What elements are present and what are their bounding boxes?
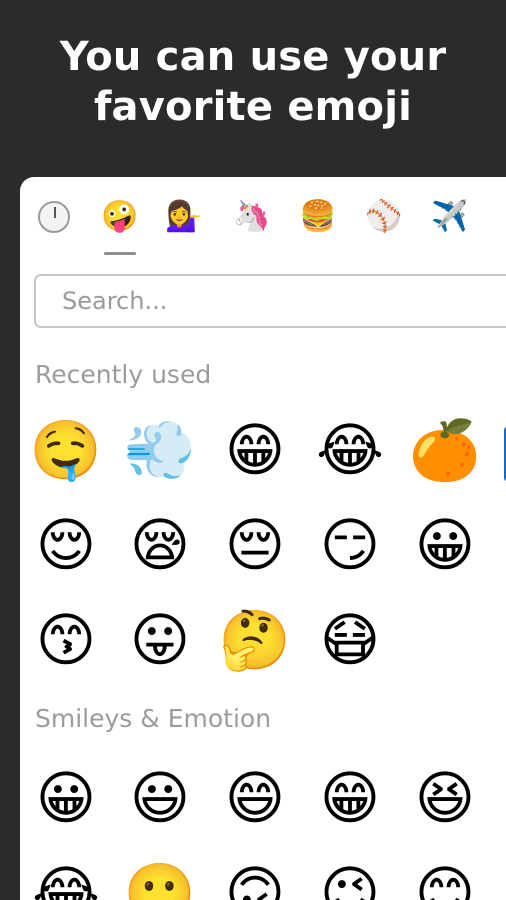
emoji-cell[interactable]: 😆 bbox=[407, 760, 483, 836]
category-tabs: 🤪 💁‍♀️ 🦄 🍔 ⚾ ✈️ bbox=[20, 195, 506, 255]
emoji-cell[interactable]: 😪 bbox=[122, 507, 198, 583]
section-title-recent: Recently used bbox=[35, 360, 212, 389]
emoji-cell[interactable]: 😏 bbox=[312, 507, 388, 583]
emoji-cell[interactable]: 😂 bbox=[312, 412, 388, 488]
search-box[interactable] bbox=[34, 274, 506, 328]
search-input[interactable] bbox=[36, 276, 502, 326]
emoji-cell[interactable]: 😔 bbox=[217, 507, 293, 583]
active-tab-indicator bbox=[104, 252, 136, 255]
tab-smileys[interactable]: 🤪 bbox=[98, 195, 142, 239]
emoji-cell[interactable]: 😷 bbox=[312, 602, 388, 678]
emoji-cell[interactable]: 😀 bbox=[407, 507, 483, 583]
emoji-cell[interactable]: 🙃 bbox=[217, 855, 293, 900]
emoji-cell[interactable]: 😉 bbox=[312, 855, 388, 900]
clock-icon bbox=[38, 201, 70, 233]
emoji-cell[interactable]: 😀 bbox=[28, 760, 104, 836]
smileys-emoji-grid: 😀 😃 😄 😁 😆 😂 🙂 🙃 😉 😊 bbox=[20, 760, 506, 900]
tab-animals[interactable]: 🦄 bbox=[230, 195, 274, 239]
emoji-cell[interactable]: 😌 bbox=[28, 507, 104, 583]
emoji-cell[interactable]: 😁 bbox=[217, 412, 293, 488]
emoji-cell[interactable]: 😛 bbox=[122, 602, 198, 678]
headline-line-1: You can use your bbox=[59, 34, 447, 80]
emoji-cell[interactable]: 😊 bbox=[407, 855, 483, 900]
tab-recent[interactable] bbox=[32, 195, 76, 239]
emoji-cell[interactable]: 💨 bbox=[122, 412, 198, 488]
recent-emoji-grid: 🤤 💨 😁 😂 🍊 😌 😪 😔 😏 😀 😙 😛 🤔 😷 bbox=[20, 412, 506, 692]
promo-headline: You can use your favorite emoji bbox=[0, 32, 506, 132]
emoji-cell[interactable]: 🤔 bbox=[217, 602, 293, 678]
emoji-cell[interactable]: 🍊 bbox=[407, 412, 483, 488]
emoji-cell[interactable]: 😙 bbox=[28, 602, 104, 678]
tab-activities[interactable]: ⚾ bbox=[362, 195, 406, 239]
emoji-cell[interactable]: 🤤 bbox=[28, 412, 104, 488]
emoji-picker-panel: 🤪 💁‍♀️ 🦄 🍔 ⚾ ✈️ Recently used 🤤 💨 😁 😂 🍊 … bbox=[20, 177, 506, 900]
emoji-cell[interactable]: 😁 bbox=[312, 760, 388, 836]
emoji-cell[interactable]: 🙂 bbox=[122, 855, 198, 900]
emoji-cell[interactable]: 😄 bbox=[217, 760, 293, 836]
headline-line-2: favorite emoji bbox=[93, 84, 413, 130]
emoji-cell[interactable]: 😂 bbox=[28, 855, 104, 900]
app-screen: You can use your favorite emoji 🤪 💁‍♀️ 🦄… bbox=[0, 0, 506, 900]
section-title-smileys: Smileys & Emotion bbox=[35, 704, 272, 733]
tab-people[interactable]: 💁‍♀️ bbox=[162, 195, 206, 239]
emoji-cell[interactable]: 😃 bbox=[122, 760, 198, 836]
tab-food[interactable]: 🍔 bbox=[296, 195, 340, 239]
tab-travel[interactable]: ✈️ bbox=[428, 195, 472, 239]
